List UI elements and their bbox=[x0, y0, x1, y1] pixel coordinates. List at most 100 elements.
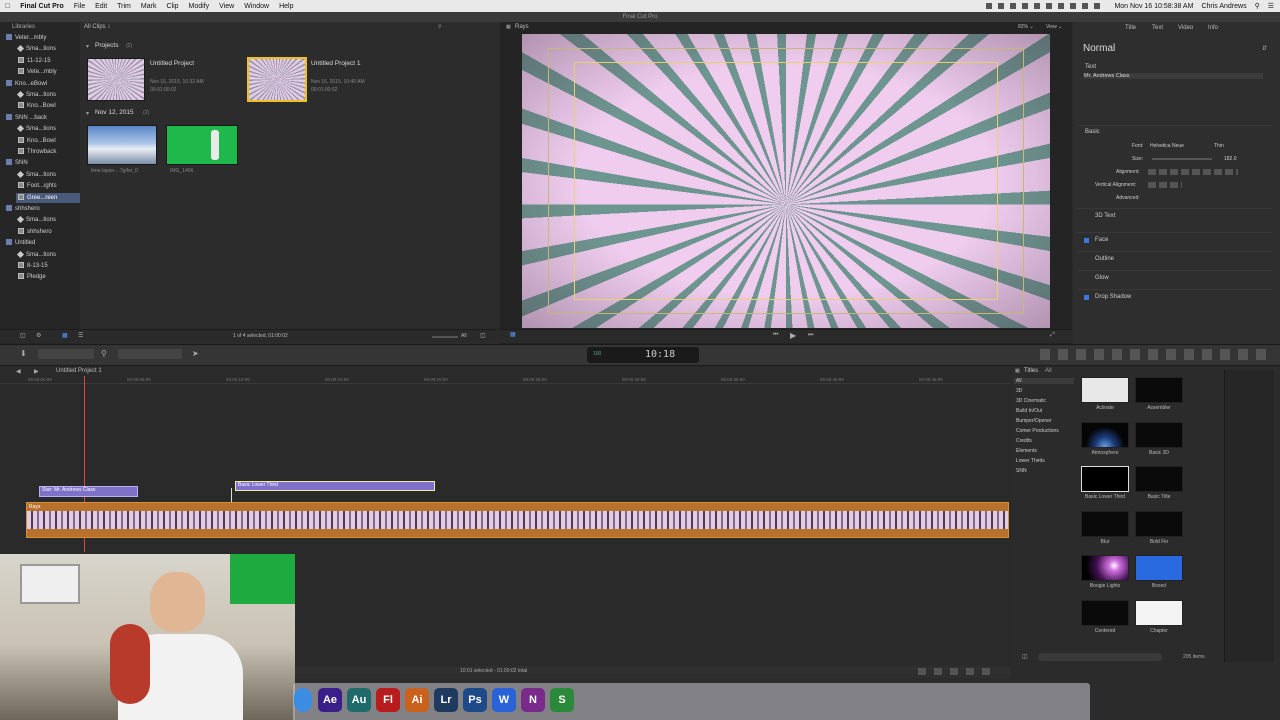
size-value[interactable]: 182.0 bbox=[1224, 156, 1237, 162]
project-name-1[interactable]: Untitled Project bbox=[150, 60, 194, 67]
title-thumbnail[interactable] bbox=[1135, 555, 1183, 581]
timeline-ruler[interactable] bbox=[0, 376, 1010, 384]
library-item[interactable]: Sma...tions bbox=[16, 215, 80, 225]
alignment-buttons[interactable] bbox=[1148, 169, 1238, 175]
dock-safari-icon[interactable] bbox=[294, 688, 312, 712]
section-enabled-checkbox[interactable] bbox=[1084, 295, 1089, 300]
vertical-alignment-buttons[interactable] bbox=[1148, 182, 1182, 188]
menu-mark[interactable]: Mark bbox=[136, 3, 162, 10]
inspector-preset[interactable]: Normal bbox=[1083, 43, 1115, 54]
inspector-tab[interactable]: Title bbox=[1125, 25, 1136, 31]
library-item[interactable]: Vete...mbly bbox=[16, 67, 80, 77]
apple-menu-icon[interactable]:  bbox=[0, 3, 15, 10]
menu-app-name[interactable]: Final Cut Pro bbox=[15, 3, 69, 10]
library-item[interactable]: Kno...Bowl bbox=[16, 136, 80, 146]
user-name[interactable]: Chris Andrews bbox=[1201, 3, 1246, 10]
font-weight-value[interactable]: Thin bbox=[1214, 143, 1224, 149]
keyword-buttons[interactable] bbox=[38, 349, 94, 359]
main-clip[interactable]: Rays bbox=[26, 502, 1009, 538]
titles-search-field[interactable] bbox=[1038, 653, 1162, 661]
title-thumbnail[interactable] bbox=[1135, 377, 1183, 403]
library-item[interactable]: Sma...tions bbox=[16, 250, 80, 260]
library-item[interactable]: Untitled bbox=[4, 238, 80, 248]
library-item[interactable]: Sma...tions bbox=[16, 170, 80, 180]
viewer-zoom[interactable]: 82% ⌄ bbox=[1018, 24, 1034, 30]
inspector-section[interactable]: Outline bbox=[1095, 256, 1114, 262]
edit-buttons[interactable] bbox=[118, 349, 182, 359]
title-category[interactable]: Elements bbox=[1014, 448, 1074, 454]
skip-back-icon[interactable]: ⏮ bbox=[773, 332, 778, 339]
library-item[interactable]: Sma...tions bbox=[16, 90, 80, 100]
dock-app-icon[interactable]: Ae bbox=[318, 688, 342, 712]
zoom-slider[interactable] bbox=[432, 336, 458, 338]
dock-app-icon[interactable]: Fl bbox=[376, 688, 400, 712]
clock[interactable]: Mon Nov 16 10:58:38 AM bbox=[1114, 3, 1193, 10]
menu-clip[interactable]: Clip bbox=[161, 3, 183, 10]
title-thumbnail[interactable] bbox=[1081, 599, 1129, 626]
title-clip-mr-andrews[interactable]: Star: Mr. Andrews Class bbox=[39, 486, 138, 497]
inspect-tool-icon[interactable]: ⚲ bbox=[101, 349, 107, 358]
library-item[interactable]: SNN bbox=[4, 158, 80, 168]
spotlight-icon[interactable]: ⚲ bbox=[1255, 2, 1260, 10]
dock-app-icon[interactable]: Ps bbox=[463, 688, 487, 712]
browser-settings-icon[interactable]: ⚙ bbox=[36, 332, 41, 339]
menu-window[interactable]: Window bbox=[239, 3, 274, 10]
list-icon[interactable]: ☰ bbox=[1268, 2, 1274, 10]
play-icon[interactable]: ▶ bbox=[790, 331, 796, 340]
library-item[interactable]: Sma...tions bbox=[16, 124, 80, 134]
menu-trim[interactable]: Trim bbox=[112, 3, 136, 10]
dock-app-icon[interactable]: S bbox=[550, 688, 574, 712]
library-item[interactable]: Kno...eBowl bbox=[4, 79, 80, 89]
inspector-section[interactable]: Face bbox=[1095, 237, 1108, 243]
project-name-2[interactable]: Untitled Project 1 bbox=[311, 60, 361, 67]
clip-thumbnail-greenscreen[interactable] bbox=[166, 125, 238, 165]
viewer-canvas[interactable] bbox=[522, 34, 1050, 328]
browser-layout-icon[interactable]: ◫ bbox=[20, 332, 26, 339]
menu-help[interactable]: Help bbox=[274, 3, 298, 10]
size-slider[interactable] bbox=[1152, 158, 1212, 160]
title-thumbnail[interactable] bbox=[1081, 421, 1129, 448]
advanced-label[interactable]: Advanced: bbox=[1116, 195, 1140, 201]
library-item[interactable]: Throwback bbox=[16, 147, 80, 157]
status-icons[interactable] bbox=[986, 3, 1107, 9]
library-item[interactable]: Gree...reen bbox=[16, 192, 80, 203]
title-category[interactable]: 3D Cinematic bbox=[1014, 398, 1074, 404]
timeline-zoom-controls[interactable] bbox=[918, 668, 994, 675]
preset-dropdown-icon[interactable]: ⇵ bbox=[1262, 45, 1267, 52]
library-item[interactable]: shhshero bbox=[16, 227, 80, 237]
title-category[interactable]: Comer Productions bbox=[1014, 428, 1074, 434]
library-item[interactable]: Foot...ights bbox=[16, 181, 80, 191]
project-thumbnail-1[interactable] bbox=[87, 58, 145, 101]
all-dropdown[interactable]: All bbox=[461, 333, 467, 339]
inspector-section[interactable]: Drop Shadow bbox=[1095, 294, 1131, 300]
library-item[interactable]: 8-13-15 bbox=[16, 261, 80, 271]
library-item[interactable]: SNN ...back bbox=[4, 113, 80, 123]
library-item[interactable]: Kno...Bowl bbox=[16, 101, 80, 111]
title-category[interactable]: Bumper/Opener bbox=[1014, 418, 1074, 424]
title-clip-basic-lower-third[interactable]: Basic Lower Third bbox=[235, 481, 435, 491]
library-item[interactable]: 11-12-15 bbox=[16, 56, 80, 66]
title-thumbnail[interactable] bbox=[1135, 510, 1183, 537]
title-thumbnail[interactable] bbox=[1081, 466, 1129, 492]
date-disclosure-icon[interactable]: ▾ bbox=[86, 110, 89, 117]
title-thumbnail[interactable] bbox=[1081, 377, 1129, 403]
title-category[interactable]: Credits bbox=[1014, 438, 1074, 444]
viewer-view-menu[interactable]: View ⌄ bbox=[1046, 24, 1062, 30]
timecode-display[interactable]: 100 10:18 bbox=[587, 347, 699, 363]
search-icon[interactable]: ⚲ bbox=[438, 24, 442, 30]
timeline-forward-icon[interactable]: ▶ bbox=[34, 368, 39, 375]
clip-filter[interactable]: All Clips ↕ bbox=[84, 24, 110, 30]
menu-modify[interactable]: Modify bbox=[184, 3, 215, 10]
titles-all-label[interactable]: All bbox=[1045, 368, 1052, 374]
title-category[interactable]: All bbox=[1014, 378, 1074, 384]
list-view-icon[interactable]: ☰ bbox=[78, 332, 83, 339]
select-tool-icon[interactable]: ➤ bbox=[192, 349, 199, 358]
dock-app-icon[interactable]: Au bbox=[347, 688, 371, 712]
font-value[interactable]: Helvetica Neue bbox=[1150, 143, 1184, 149]
import-icon[interactable]: ⬇ bbox=[20, 349, 27, 358]
inspector-section[interactable]: 3D Text bbox=[1095, 213, 1115, 219]
library-item[interactable]: Veter...mbly bbox=[4, 33, 80, 43]
inspector-tab[interactable]: Text bbox=[1152, 25, 1163, 31]
text-value-field[interactable]: Mr. Andrews Class bbox=[1083, 73, 1263, 79]
title-thumbnail[interactable] bbox=[1135, 599, 1183, 626]
